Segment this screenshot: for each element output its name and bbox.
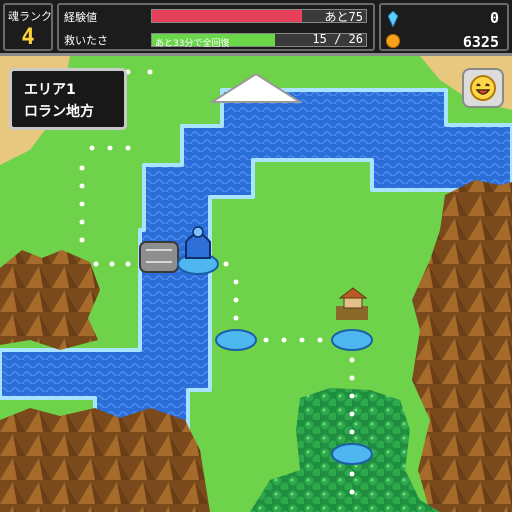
mountain-range [0, 408, 210, 512]
rescue-recovery-note: あと33分で全回復 [155, 39, 230, 49]
area-number: エリア1 [24, 82, 76, 98]
rescue-count-text: 15 / 26 [312, 32, 363, 46]
exp-bar-fill [152, 10, 302, 22]
soul-rank-value: 4 [21, 25, 35, 50]
gem-icon [388, 11, 398, 27]
face-icon [470, 75, 496, 101]
status-hud: 魂ランク 4 経験値 あと75 救いたさ あと33分で全回復 15 / 26 0… [0, 0, 512, 56]
soul-rank-panel: 魂ランク 4 [3, 3, 53, 51]
rescue-label: 救いたさ [64, 34, 108, 47]
resources-panel: 0 6325 [379, 3, 509, 51]
exp-label: 経験値 [64, 11, 97, 24]
mountain-range [0, 250, 100, 350]
soul-rank-label: 魂ランク [8, 10, 52, 23]
area-region-name: ロラン地方 [24, 104, 94, 120]
up-arrow-icon[interactable] [210, 72, 302, 104]
stats-panel: 経験値 あと75 救いたさ あと33分で全回復 15 / 26 [57, 3, 375, 51]
face-button[interactable] [462, 68, 504, 108]
gems-value: 0 [489, 9, 499, 27]
bridge-icon [139, 241, 179, 273]
area-name-panel: エリア1 ロラン地方 [9, 68, 127, 130]
coin-icon [386, 34, 400, 48]
exp-remaining-text: あと75 [324, 10, 363, 24]
coins-value: 6325 [462, 33, 499, 51]
